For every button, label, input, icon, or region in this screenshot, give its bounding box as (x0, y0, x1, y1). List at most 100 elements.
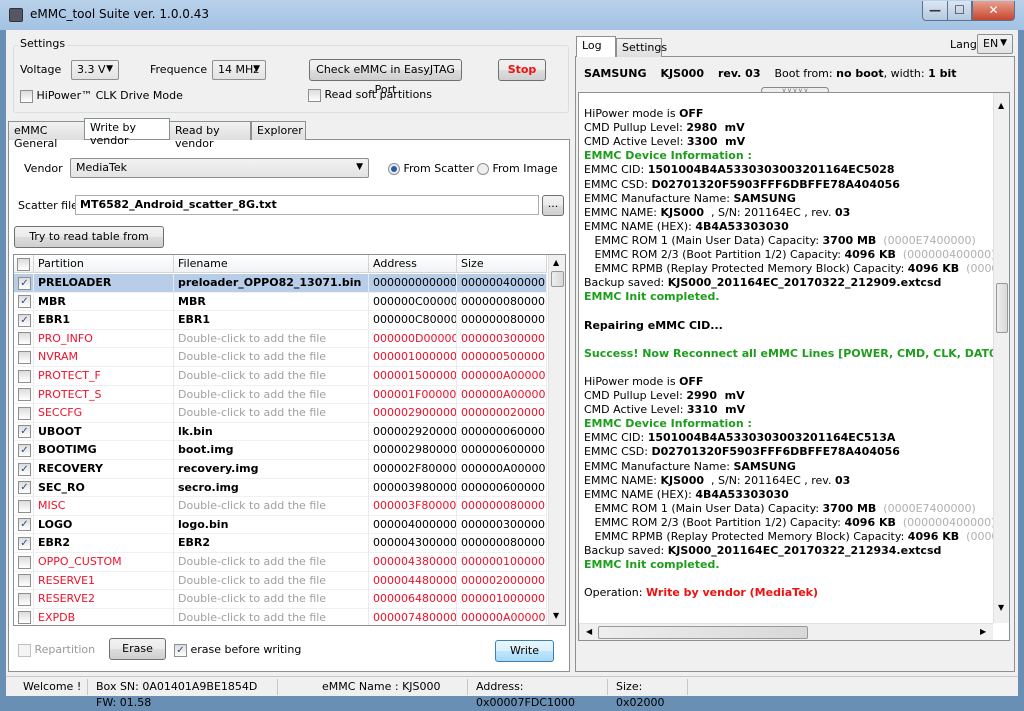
tab-write-by-vendor[interactable]: Write by vendor (84, 118, 170, 147)
select-all-checkbox[interactable] (17, 257, 30, 271)
table-row[interactable]: SECCFG Double-click to add the file 000002… (14, 404, 547, 423)
checkbox-cell[interactable] (14, 329, 34, 349)
row-checkbox[interactable]: ✓ (18, 295, 31, 309)
log-hscrollbar[interactable]: ◀ ▶ (579, 623, 993, 640)
checkbox-cell[interactable]: ✓ (14, 274, 34, 293)
checkbox-cell[interactable] (14, 385, 34, 405)
scroll-down-icon[interactable]: ▼ (553, 611, 559, 620)
maximize-button[interactable]: ☐ (947, 1, 972, 21)
table-row[interactable]: PROTECT_S Double-click to add the file 000… (14, 385, 547, 405)
tab-explorer[interactable]: Explorer (251, 121, 306, 140)
table-row[interactable]: ✓ MBR MBR 000000C00000 000000080000 (14, 292, 547, 312)
checkbox-cell[interactable] (14, 497, 34, 516)
table-row[interactable]: ✓ RECOVERY recovery.img 000002F80000 000000A… (14, 460, 547, 479)
erase-before-checkbox-row[interactable]: ✓ erase before writing (174, 643, 301, 657)
browse-button[interactable]: ... (542, 195, 564, 216)
row-checkbox[interactable] (18, 592, 31, 606)
write-button[interactable]: Write (495, 640, 554, 662)
read-soft-checkbox[interactable] (308, 88, 321, 102)
tab-settings[interactable]: Settings (616, 38, 667, 57)
checkbox-cell[interactable] (14, 608, 34, 625)
tab-read-by-vendor[interactable]: Read by vendor (169, 121, 251, 150)
table-row[interactable]: ✓ LOGO logo.bin 000004000000 000000300000 (14, 515, 547, 535)
checkbox-cell[interactable]: ✓ (14, 534, 34, 553)
table-row[interactable]: ✓ EBR1 EBR1 000000C80000 000000080000 (14, 311, 547, 330)
stop-button[interactable]: Stop (498, 59, 546, 81)
row-checkbox[interactable] (18, 611, 31, 625)
scroll-thumb[interactable] (551, 271, 564, 287)
title-bar[interactable]: eMMC_tool Suite ver. 1.0.0.43 — ☐ ✕ (0, 0, 1024, 30)
select-all-header[interactable] (14, 255, 34, 273)
log-vscrollbar[interactable]: ▲ ▼ (993, 93, 1009, 623)
table-row[interactable]: RESERVE1 Double-click to add the file 0000… (14, 571, 547, 591)
voltage-select[interactable]: 3.3 V ▼ (71, 60, 119, 80)
row-checkbox[interactable]: ✓ (18, 481, 31, 495)
scatter-file-input[interactable]: MT6582_Android_scatter_8G.txt (75, 195, 539, 215)
vendor-select[interactable]: MediaTek ▼ (70, 158, 369, 178)
log-hscroll-thumb[interactable] (598, 626, 808, 639)
scroll-left-icon[interactable]: ◀ (586, 627, 592, 636)
scroll-up-icon[interactable]: ▲ (553, 258, 559, 267)
row-checkbox[interactable]: ✓ (18, 276, 31, 290)
row-checkbox[interactable] (18, 332, 31, 346)
close-button[interactable]: ✕ (972, 1, 1015, 21)
checkbox-cell[interactable] (14, 590, 34, 609)
frequence-select[interactable]: 14 MHz ▼ (212, 60, 266, 80)
table-row[interactable]: ✓ UBOOT lk.bin 000002920000 000000060000 (14, 422, 547, 442)
checkbox-cell[interactable] (14, 404, 34, 423)
row-checkbox[interactable] (18, 499, 31, 513)
table-row[interactable]: ✓ EBR2 EBR2 000004300000 000000080000 (14, 534, 547, 553)
check-emmc-button[interactable]: Check eMMC in EasyJTAG Port (309, 59, 462, 96)
row-checkbox[interactable] (18, 388, 31, 402)
table-row[interactable]: NVRAM Double-click to add the file 0000010… (14, 348, 547, 367)
checkbox-cell[interactable]: ✓ (14, 515, 34, 535)
column-header-partition[interactable]: Partition (34, 255, 174, 273)
row-checkbox[interactable]: ✓ (18, 425, 31, 439)
erase-before-checkbox[interactable]: ✓ (174, 643, 187, 657)
erase-button[interactable]: Erase (109, 638, 166, 660)
table-row[interactable]: PROTECT_F Double-click to add the file 000… (14, 367, 547, 386)
checkbox-cell[interactable] (14, 367, 34, 386)
scroll-down-icon[interactable]: ▼ (998, 603, 1004, 612)
table-row[interactable]: ✓ SEC_RO secro.img 000003980000 000000600000 (14, 478, 547, 498)
try-read-table-button[interactable]: Try to read table from emmc (14, 226, 164, 263)
hipower-checkbox[interactable] (20, 89, 33, 103)
column-header-address[interactable]: Address (369, 255, 457, 273)
checkbox-cell[interactable]: ✓ (14, 311, 34, 330)
checkbox-cell[interactable]: ✓ (14, 441, 34, 460)
column-header-size[interactable]: Size (457, 255, 547, 273)
table-row[interactable]: ✓ PRELOADER preloader_OPPO82_13071.bin 0000… (14, 274, 547, 293)
row-checkbox[interactable] (18, 369, 31, 383)
row-checkbox[interactable]: ✓ (18, 462, 31, 476)
row-checkbox[interactable]: ✓ (18, 518, 31, 532)
radio-unselected[interactable] (477, 163, 489, 175)
table-row[interactable]: ✓ BOOTIMG boot.img 000002980000 000000600000 (14, 441, 547, 460)
read-soft-checkbox-row[interactable]: Read soft partitions (308, 88, 432, 102)
table-row[interactable]: MISC Double-click to add the file 000003F8… (14, 497, 547, 516)
table-row[interactable]: PRO_INFO Double-click to add the file 0000… (14, 329, 547, 349)
column-header-filename[interactable]: Filename (174, 255, 369, 273)
checkbox-cell[interactable] (14, 553, 34, 572)
row-checkbox[interactable] (18, 555, 31, 569)
row-checkbox[interactable]: ✓ (18, 443, 31, 457)
radio-selected[interactable] (388, 163, 400, 175)
table-row[interactable]: RESERVE2 Double-click to add the file 0000… (14, 590, 547, 609)
table-scrollbar[interactable]: ▲ ▼ (548, 255, 565, 625)
checkbox-cell[interactable]: ✓ (14, 460, 34, 479)
table-row[interactable]: OPPO_CUSTOM Double-click to add the file 0… (14, 553, 547, 572)
row-checkbox[interactable]: ✓ (18, 313, 31, 327)
row-checkbox[interactable] (18, 574, 31, 588)
tab-emmc-general[interactable]: eMMC General (8, 121, 85, 150)
table-row[interactable]: EXPDB Double-click to add the file 0000074… (14, 608, 547, 625)
checkbox-cell[interactable] (14, 348, 34, 367)
checkbox-cell[interactable]: ✓ (14, 422, 34, 442)
from-scatter-radio[interactable]: From Scatter (388, 162, 474, 175)
checkbox-cell[interactable]: ✓ (14, 478, 34, 498)
row-checkbox[interactable] (18, 350, 31, 364)
hipower-checkbox-row[interactable]: HiPower™ CLK Drive Mode (20, 89, 183, 103)
row-checkbox[interactable]: ✓ (18, 536, 31, 550)
log-scroll-thumb[interactable] (996, 283, 1008, 333)
tab-log[interactable]: Log (576, 36, 616, 57)
repartition-checkbox[interactable] (18, 643, 31, 657)
row-checkbox[interactable] (18, 406, 31, 420)
